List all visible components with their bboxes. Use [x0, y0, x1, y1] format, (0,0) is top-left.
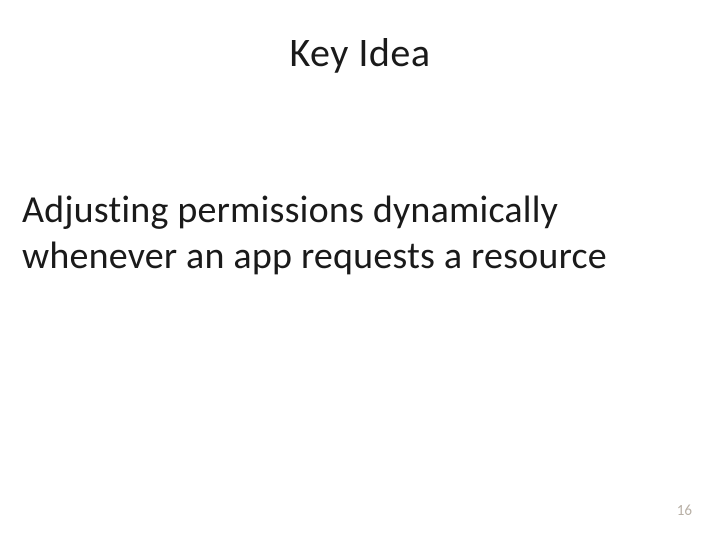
page-number: 16	[677, 502, 692, 520]
slide-title: Key Idea	[20, 28, 700, 77]
slide-container: Key Idea Adjusting permissions dynamical…	[0, 0, 720, 540]
slide-body-text: Adjusting permissions dynamically whenev…	[20, 187, 700, 280]
